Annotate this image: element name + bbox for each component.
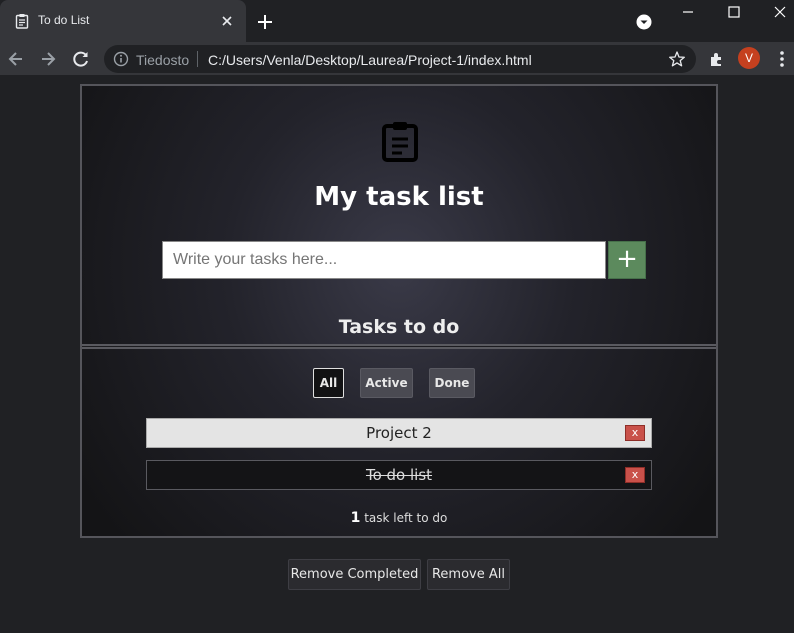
address-bar[interactable]: Tiedosto C:/Users/Venla/Desktop/Laurea/P… xyxy=(104,45,696,73)
forward-icon[interactable] xyxy=(38,49,58,69)
tasks-left-label: task left to do xyxy=(364,511,448,525)
tab-title: To do List xyxy=(38,13,90,27)
filter-all-button[interactable]: All xyxy=(313,368,344,398)
maximize-icon[interactable] xyxy=(726,4,742,20)
info-icon[interactable] xyxy=(113,51,129,67)
page-viewport: My task list + Tasks to do All Active Do… xyxy=(0,76,794,633)
menu-kebab-icon[interactable] xyxy=(772,49,792,69)
back-icon[interactable] xyxy=(6,49,26,69)
new-tab-icon[interactable] xyxy=(255,12,275,32)
remove-all-button[interactable]: Remove All xyxy=(427,559,510,590)
tasks-left-counter: 1 task left to do xyxy=(82,510,716,526)
add-task-button[interactable]: + xyxy=(608,241,646,279)
browser-toolbar: Tiedosto C:/Users/Venla/Desktop/Laurea/P… xyxy=(0,42,794,76)
browser-tab[interactable]: To do List xyxy=(0,0,246,42)
tab-search-icon[interactable] xyxy=(636,14,652,30)
tab-strip: To do List xyxy=(0,0,794,42)
extensions-icon[interactable] xyxy=(707,49,727,69)
site-info-label: Tiedosto xyxy=(136,52,190,68)
task-text: To do list xyxy=(365,466,433,484)
card-divider xyxy=(82,344,716,349)
page-title: My task list xyxy=(314,182,484,212)
tasks-heading: Tasks to do xyxy=(338,316,460,338)
delete-task-button[interactable]: x xyxy=(625,467,645,483)
clipboard-icon xyxy=(15,14,29,29)
clipboard-icon xyxy=(382,122,418,162)
task-input[interactable] xyxy=(162,241,606,279)
remove-completed-button[interactable]: Remove Completed xyxy=(288,559,421,590)
address-divider xyxy=(197,51,198,67)
task-item[interactable]: Project 2 x xyxy=(146,418,652,448)
todo-card: My task list + Tasks to do All Active Do… xyxy=(80,84,718,538)
minimize-icon[interactable] xyxy=(680,4,696,20)
task-item-completed[interactable]: To do list x xyxy=(146,460,652,490)
filter-active-button[interactable]: Active xyxy=(360,368,413,398)
delete-task-button[interactable]: x xyxy=(625,425,645,441)
tasks-left-count: 1 xyxy=(350,510,361,526)
close-icon[interactable] xyxy=(218,12,236,30)
filter-done-button[interactable]: Done xyxy=(429,368,475,398)
profile-avatar[interactable]: V xyxy=(738,47,760,69)
task-text: Project 2 xyxy=(366,424,432,442)
bookmark-star-icon[interactable] xyxy=(668,50,686,68)
window-close-icon[interactable] xyxy=(772,4,788,20)
reload-icon[interactable] xyxy=(71,49,91,69)
url-text[interactable]: C:/Users/Venla/Desktop/Laurea/Project-1/… xyxy=(208,52,532,68)
